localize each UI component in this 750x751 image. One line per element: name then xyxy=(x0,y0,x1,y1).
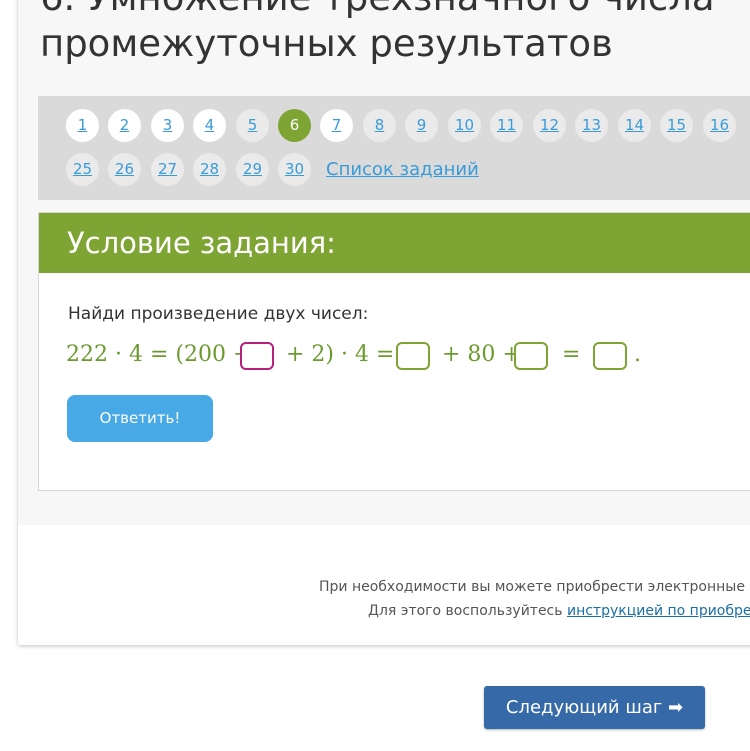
page-link-5[interactable]: 5 xyxy=(236,109,269,142)
purchase-note-line2: Для этого воспользуйтесь инструкцией по … xyxy=(368,603,750,619)
page-link-6-current[interactable]: 6 xyxy=(278,109,311,142)
math-part-3: + 80 + xyxy=(442,342,521,367)
task-prompt: Найди произведение двух чисел: xyxy=(68,304,369,324)
task-header-title: Условие задания: xyxy=(67,226,336,260)
page-link-28[interactable]: 28 xyxy=(193,153,226,186)
page-link-12[interactable]: 12 xyxy=(533,109,566,142)
page-link-13[interactable]: 13 xyxy=(575,109,608,142)
math-part-4: = xyxy=(562,342,581,367)
math-part-1: 222 · 4 = (200 + xyxy=(66,342,252,367)
purchase-note-prefix: Для этого воспользуйтесь xyxy=(368,603,563,619)
answer-button[interactable]: Ответить! xyxy=(67,395,213,442)
math-equation: 222 · 4 = (200 + + 2) · 4 = + 80 + = . xyxy=(66,337,750,371)
page-link-29[interactable]: 29 xyxy=(236,153,269,186)
task-list-link[interactable]: Список заданий xyxy=(326,153,479,186)
exercise-area: 6. Умножение трехзначного числа промежут… xyxy=(18,0,750,525)
page-link-30[interactable]: 30 xyxy=(278,153,311,186)
page-link-26[interactable]: 26 xyxy=(108,153,141,186)
page-link-4[interactable]: 4 xyxy=(193,109,226,142)
next-step-button[interactable]: Следующий шаг ➡ xyxy=(484,686,705,729)
page-title-line2: промежуточных результатов xyxy=(40,22,613,65)
math-part-2: + 2) · 4 = xyxy=(286,342,395,367)
page-link-1[interactable]: 1 xyxy=(66,109,99,142)
page-link-14[interactable]: 14 xyxy=(618,109,651,142)
page-link-3[interactable]: 3 xyxy=(151,109,184,142)
page-link-27[interactable]: 27 xyxy=(151,153,184,186)
page-link-11[interactable]: 11 xyxy=(490,109,523,142)
task-header: Условие задания: xyxy=(39,213,750,273)
page-link-8[interactable]: 8 xyxy=(363,109,396,142)
page-title-line1: 6. Умножение трехзначного числа xyxy=(40,0,715,19)
answer-input-4[interactable] xyxy=(593,342,627,370)
answer-input-2[interactable] xyxy=(396,342,430,370)
page-link-9[interactable]: 9 xyxy=(405,109,438,142)
main-card: 6. Умножение трехзначного числа промежут… xyxy=(18,0,750,645)
purchase-note-line1: При необходимости вы можете приобрести э… xyxy=(319,579,750,595)
math-part-5: . xyxy=(634,342,641,367)
page-link-7[interactable]: 7 xyxy=(320,109,353,142)
answer-input-3[interactable] xyxy=(514,342,548,370)
answer-input-1[interactable] xyxy=(240,342,274,370)
task-pager: 1 2 3 4 5 6 7 8 9 10 11 12 13 14 15 16 2… xyxy=(38,96,750,200)
purchase-instructions-link[interactable]: инструкцией по приобрете xyxy=(567,603,750,619)
page-link-16[interactable]: 16 xyxy=(703,109,736,142)
page-link-10[interactable]: 10 xyxy=(448,109,481,142)
page-link-25[interactable]: 25 xyxy=(66,153,99,186)
page-link-2[interactable]: 2 xyxy=(108,109,141,142)
page-title: 6. Умножение трехзначного числа промежут… xyxy=(40,0,750,67)
page-link-15[interactable]: 15 xyxy=(660,109,693,142)
task-panel: Условие задания: Найди произведение двух… xyxy=(38,212,750,491)
